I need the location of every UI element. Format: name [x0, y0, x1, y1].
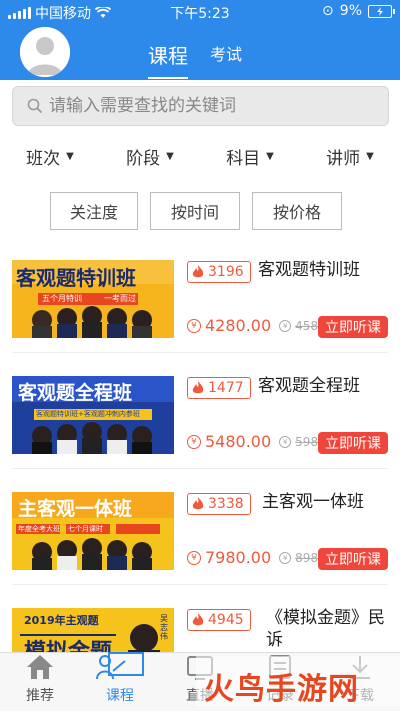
divider	[12, 352, 388, 353]
hot-badge: 1477	[187, 377, 251, 399]
current-price: 4280.00	[205, 316, 272, 335]
yen-icon: ¥	[279, 435, 292, 448]
tab-recommend[interactable]: 推荐	[0, 653, 80, 711]
filter-label: 班次	[26, 148, 61, 169]
listen-now-button[interactable]: 立即听课	[318, 316, 388, 338]
sort-by-time-button[interactable]: 按时间	[150, 192, 240, 230]
flame-icon	[192, 497, 204, 510]
sort-buttons: 关注度 按时间 按价格	[50, 192, 342, 230]
filter-teacher[interactable]: 讲师 ▼	[300, 136, 400, 176]
filter-subject[interactable]: 科目 ▼	[200, 136, 300, 176]
divider	[12, 468, 388, 469]
top-bar: 中国移动 下午5:23 ⊙ 9% 课程 考试	[0, 0, 400, 80]
hot-count: 4945	[208, 612, 244, 628]
rotation-lock-icon: ⊙	[322, 3, 334, 19]
price-group: ¥ 7980.00 ¥ 8980	[187, 548, 326, 567]
course-thumbnail: 客观题全程班 客观题特训班+客观题冲刺内参班	[12, 376, 174, 454]
tab-courses[interactable]: 课程	[80, 652, 160, 711]
user-icon	[20, 27, 70, 77]
filter-label: 科目	[226, 148, 261, 169]
teacher-name: 吴志伟	[160, 614, 168, 641]
course-item[interactable]: 客观题特训班 五个月特训 一考而过 3196 客观题特训班 ¥ 4280.00 …	[0, 236, 400, 352]
filter-bar: 班次 ▼ 阶段 ▼ 科目 ▼ 讲师 ▼	[0, 136, 400, 176]
listen-now-button[interactable]: 立即听课	[318, 548, 388, 570]
current-price: 5480.00	[205, 432, 272, 451]
yen-icon: ¥	[187, 550, 201, 565]
course-item[interactable]: 主客观一体班 年度全考大班 七个月课时 3338 主客观一体班 ¥ 7980.0…	[0, 468, 400, 584]
caret-down-icon: ▼	[166, 150, 174, 162]
course-icon	[96, 652, 144, 680]
flame-icon	[192, 265, 204, 278]
divider	[12, 584, 388, 585]
sort-by-attention-button[interactable]: 关注度	[50, 192, 138, 230]
thumbnail-subtitle-2: 一考而过	[104, 294, 136, 303]
home-icon	[27, 655, 53, 679]
sort-by-price-button[interactable]: 按价格	[252, 192, 342, 230]
status-bar: 中国移动 下午5:23 ⊙ 9%	[0, 0, 400, 24]
thumbnail-title: 客观题特训班	[16, 266, 136, 290]
course-title: 客观题全程班	[258, 376, 360, 396]
filter-stage[interactable]: 阶段 ▼	[100, 136, 200, 176]
search-input[interactable]	[47, 95, 371, 117]
course-thumbnail: 客观题特训班 五个月特训 一考而过	[12, 260, 174, 338]
thumbnail-title: 主客观一体班	[18, 498, 133, 520]
caret-down-icon: ▼	[66, 150, 74, 162]
battery-icon	[368, 4, 395, 18]
watermark-text: 火鸟手游网	[204, 672, 359, 707]
thumbnail-subtitle: 年度全考大班	[18, 525, 60, 533]
current-price: 7980.00	[205, 548, 272, 567]
hot-badge: 3196	[187, 261, 251, 283]
flame-icon	[192, 613, 204, 626]
course-title: 客观题特训班	[258, 260, 360, 280]
hot-count: 3338	[208, 496, 244, 512]
caret-down-icon: ▼	[266, 150, 274, 162]
hot-badge: 4945	[187, 609, 251, 631]
thumbnail-title: 客观题全程班	[18, 382, 133, 404]
thumbnail-subtitle: 五个月特训	[42, 294, 82, 303]
search-bar[interactable]	[12, 86, 389, 126]
yen-icon: ¥	[279, 551, 292, 564]
tab-course[interactable]: 课程	[148, 40, 188, 79]
filter-label: 阶段	[126, 148, 161, 169]
listen-now-button[interactable]: 立即听课	[318, 432, 388, 454]
avatar[interactable]	[20, 27, 70, 77]
thumbnail-subtitle: 2019年主观题	[24, 614, 99, 627]
course-title: 《模拟金题》民诉	[266, 608, 385, 650]
yen-icon: ¥	[187, 318, 201, 333]
yen-icon: ¥	[187, 434, 201, 449]
filter-label: 讲师	[326, 148, 361, 169]
course-thumbnail: 主客观一体班 年度全考大班 七个月课时	[12, 492, 174, 570]
thumbnail-subtitle-2: 七个月课时	[68, 525, 103, 533]
battery-group: ⊙ 9%	[322, 3, 395, 19]
tab-label: 课程	[106, 688, 134, 704]
battery-percent: 9%	[339, 3, 362, 19]
thumbnail-subtitle: 客观题特训班+客观题冲刺内参班	[36, 410, 140, 418]
flame-icon	[192, 381, 204, 394]
watermark: 火鸟手游网	[196, 652, 400, 710]
yen-icon: ¥	[279, 319, 292, 332]
caret-down-icon: ▼	[366, 150, 374, 162]
filter-class[interactable]: 班次 ▼	[0, 136, 100, 176]
price-group: ¥ 5480.00 ¥ 5980	[187, 432, 326, 451]
tab-exam[interactable]: 考试	[210, 41, 242, 79]
course-item[interactable]: 客观题全程班 客观题特训班+客观题冲刺内参班 1477 客观题全程班 ¥ 548…	[0, 352, 400, 468]
search-icon	[27, 98, 43, 114]
header-tabs: 课程 考试	[148, 40, 242, 79]
hot-count: 1477	[208, 380, 244, 396]
tab-label: 推荐	[26, 688, 54, 704]
hot-count: 3196	[208, 264, 244, 280]
price-group: ¥ 4280.00 ¥ 4580	[187, 316, 326, 335]
hot-badge: 3338	[187, 493, 251, 515]
course-title: 主客观一体班	[262, 492, 364, 512]
